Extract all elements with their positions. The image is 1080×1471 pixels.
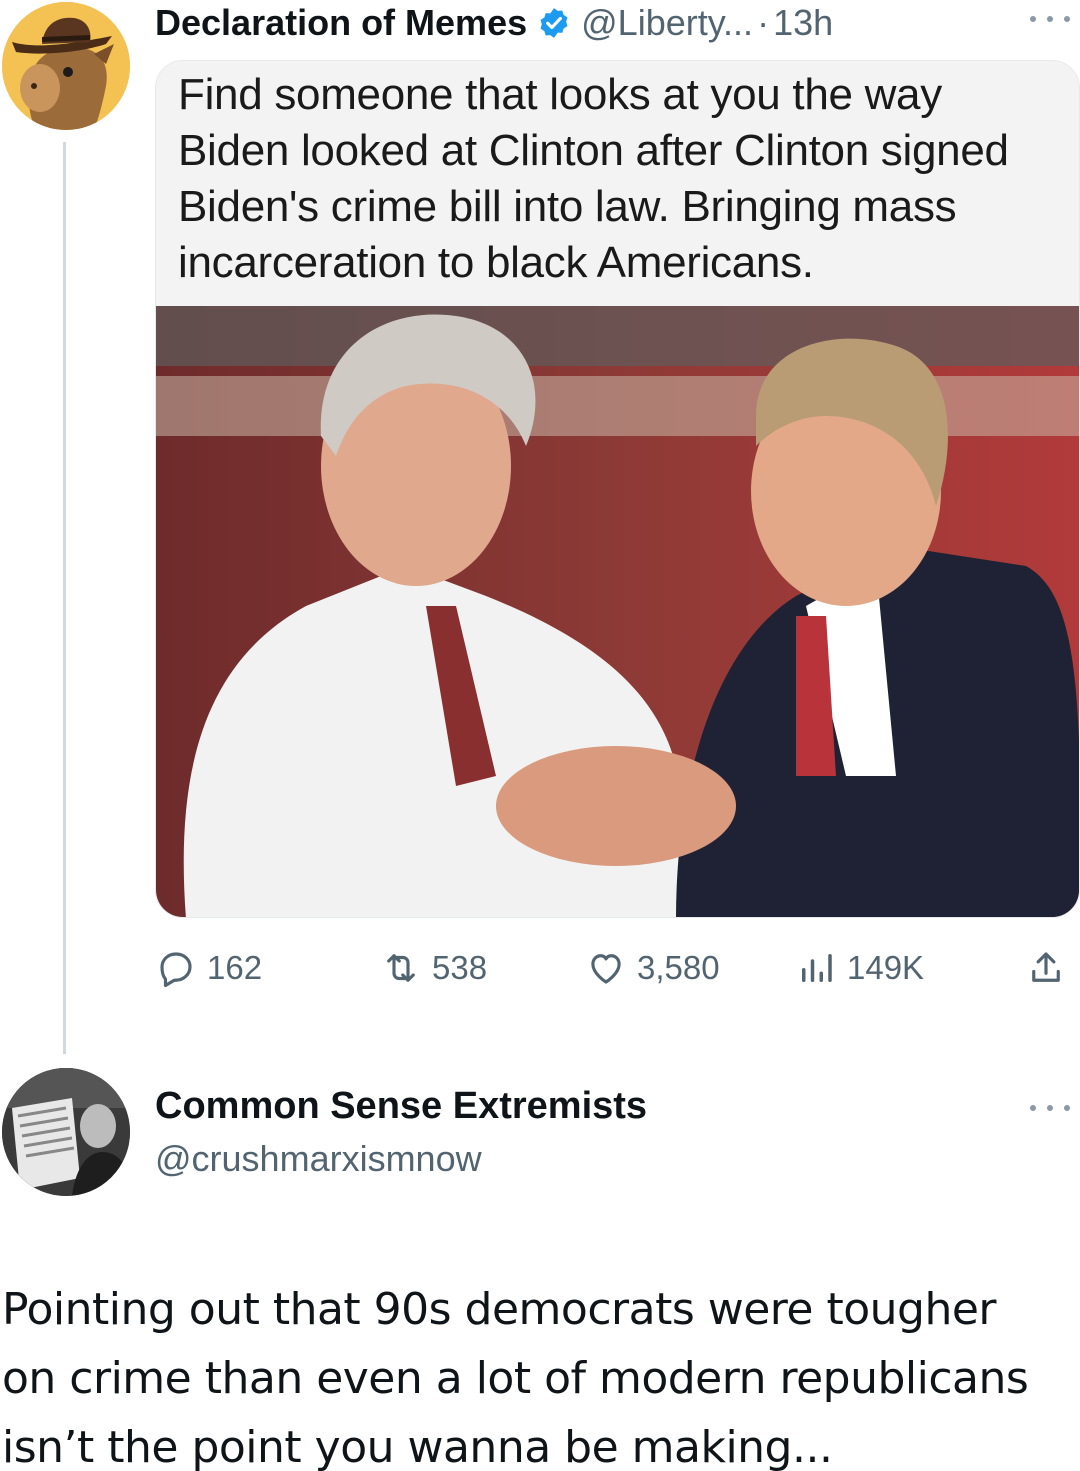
- reply-author-avatar[interactable]: [2, 1068, 130, 1196]
- like-icon: [591, 954, 621, 984]
- tweet-header: Declaration of Memes @Liberty... · 13h: [155, 0, 833, 46]
- more-icon[interactable]: [1030, 1098, 1070, 1118]
- share-button[interactable]: [1025, 945, 1067, 991]
- views-count: 149K: [847, 949, 925, 986]
- thread-connector-line: [63, 142, 66, 1054]
- reply-text: Pointing out that 90s democrats were tou…: [2, 1275, 1072, 1471]
- meme-caption-line: Biden looked at Clinton after Clinton si…: [178, 126, 1009, 175]
- verified-badge-icon: [540, 8, 568, 38]
- meme-caption: Find someone that looks at you the way B…: [178, 67, 1079, 291]
- meme-caption-line: incarceration to black Americans.: [178, 238, 814, 287]
- tweet-timestamp[interactable]: 13h: [773, 2, 833, 44]
- reply-text-line: Pointing out that 90s democrats were tou…: [2, 1284, 997, 1335]
- meme-caption-line: Biden's crime bill into law. Bringing ma…: [178, 182, 957, 231]
- reply-text-line: on crime than even a lot of modern repub…: [2, 1353, 1029, 1404]
- meme-caption-line: Find someone that looks at you the way: [178, 70, 942, 119]
- reply-count: 162: [207, 949, 263, 986]
- tweet-action-bar: 162 538 3,580 149K: [155, 945, 1080, 991]
- retweet-icon: [387, 954, 415, 982]
- author-avatar[interactable]: [2, 2, 130, 130]
- tweet-media[interactable]: Find someone that looks at you the way B…: [155, 60, 1080, 918]
- newspaper-photo-avatar-image: [2, 1068, 130, 1196]
- reply-text-line: isn’t the point you wanna be making...: [2, 1422, 833, 1471]
- more-icon[interactable]: [1030, 4, 1070, 34]
- cowboy-horse-avatar-image: [2, 2, 130, 130]
- share-icon: [1032, 952, 1060, 982]
- meme-photo: [156, 306, 1079, 917]
- retweet-button[interactable]: 538: [380, 945, 487, 991]
- views-icon: [802, 954, 832, 982]
- reply-icon: [160, 952, 192, 988]
- views-button[interactable]: 149K: [795, 945, 924, 991]
- author-name[interactable]: Declaration of Memes: [155, 2, 527, 44]
- reply-author-handle[interactable]: @crushmarxismnow: [155, 1138, 482, 1180]
- reply-author-name[interactable]: Common Sense Extremists: [155, 1085, 647, 1128]
- author-handle[interactable]: @Liberty...: [581, 2, 753, 44]
- reply-button[interactable]: 162: [155, 945, 262, 991]
- separator-dot: ·: [757, 2, 770, 43]
- retweet-count: 538: [432, 949, 488, 986]
- like-count: 3,580: [637, 949, 720, 986]
- like-button[interactable]: 3,580: [585, 945, 720, 991]
